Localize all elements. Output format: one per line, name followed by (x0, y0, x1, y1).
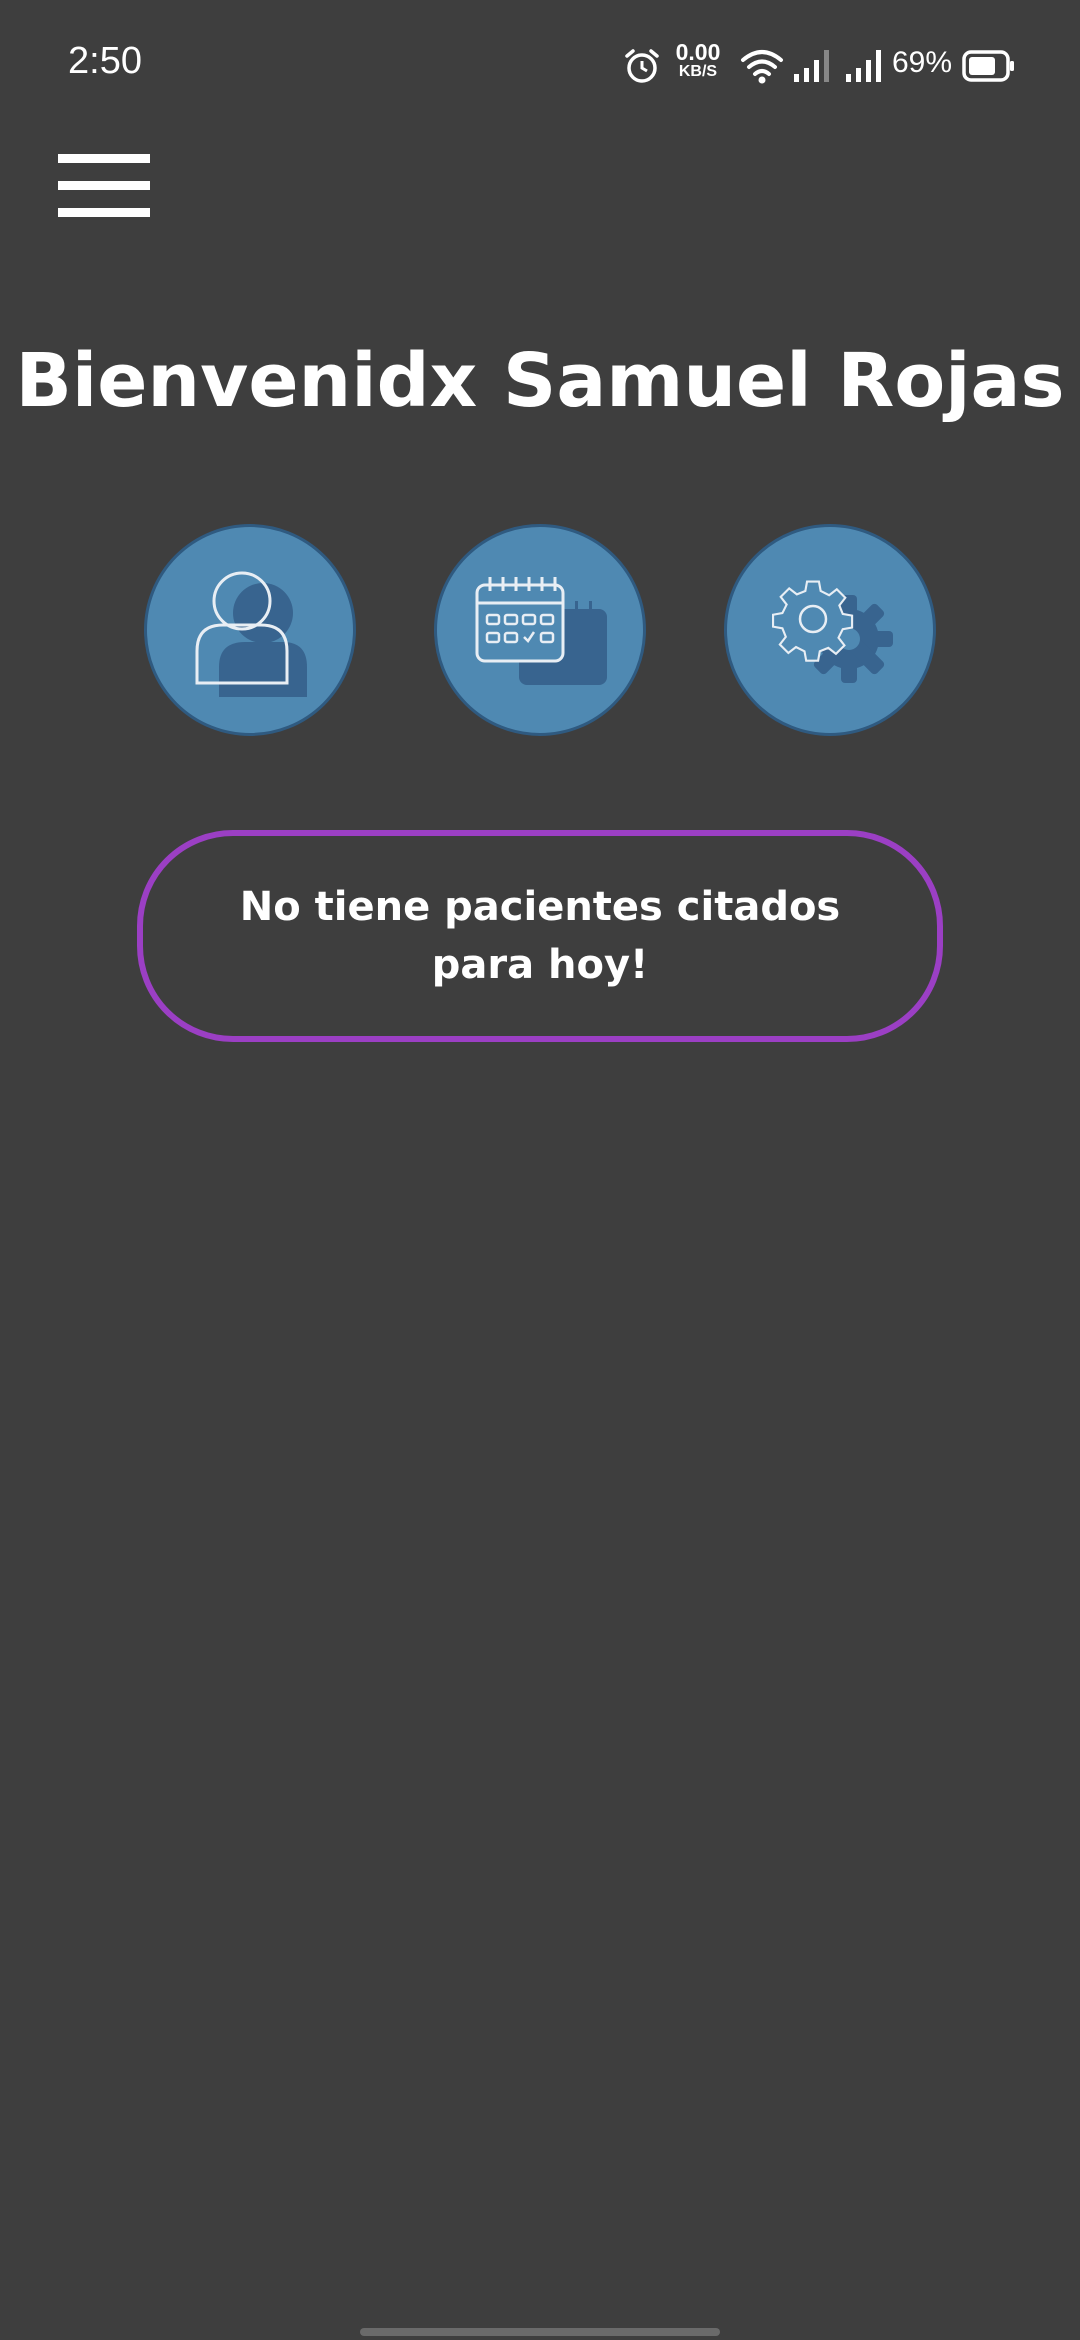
signal-icon (794, 50, 829, 82)
signal-icon (846, 50, 881, 82)
net-speed-value: 0.00 (675, 39, 721, 65)
settings-button[interactable] (724, 524, 936, 736)
status-time: 2:50 (68, 40, 142, 82)
calendar-button[interactable] (434, 524, 646, 736)
hamburger-menu-icon[interactable] (58, 152, 150, 218)
status-bar: 2:50 0.00 KB/S 69% (0, 0, 1080, 130)
alarm-icon (625, 49, 659, 83)
welcome-title: Bienvenidx Samuel Rojas (15, 338, 1065, 424)
status-icons: 0.00 KB/S 69% (622, 40, 1022, 92)
no-appointments-notice: No tiene pacientes citados para hoy! (137, 830, 943, 1042)
net-speed-unit: KB/S (678, 63, 718, 80)
patients-icon (195, 571, 307, 697)
wifi-icon (741, 50, 783, 84)
calendar-icon (475, 577, 607, 685)
battery-icon (962, 50, 1014, 82)
battery-percent: 69% (892, 46, 953, 79)
home-indicator[interactable] (360, 2328, 720, 2336)
patients-button[interactable] (144, 524, 356, 736)
network-speed: 0.00 KB/S (668, 40, 728, 80)
notice-text: No tiene pacientes citados para hoy! (239, 884, 841, 988)
settings-icon (771, 580, 893, 683)
